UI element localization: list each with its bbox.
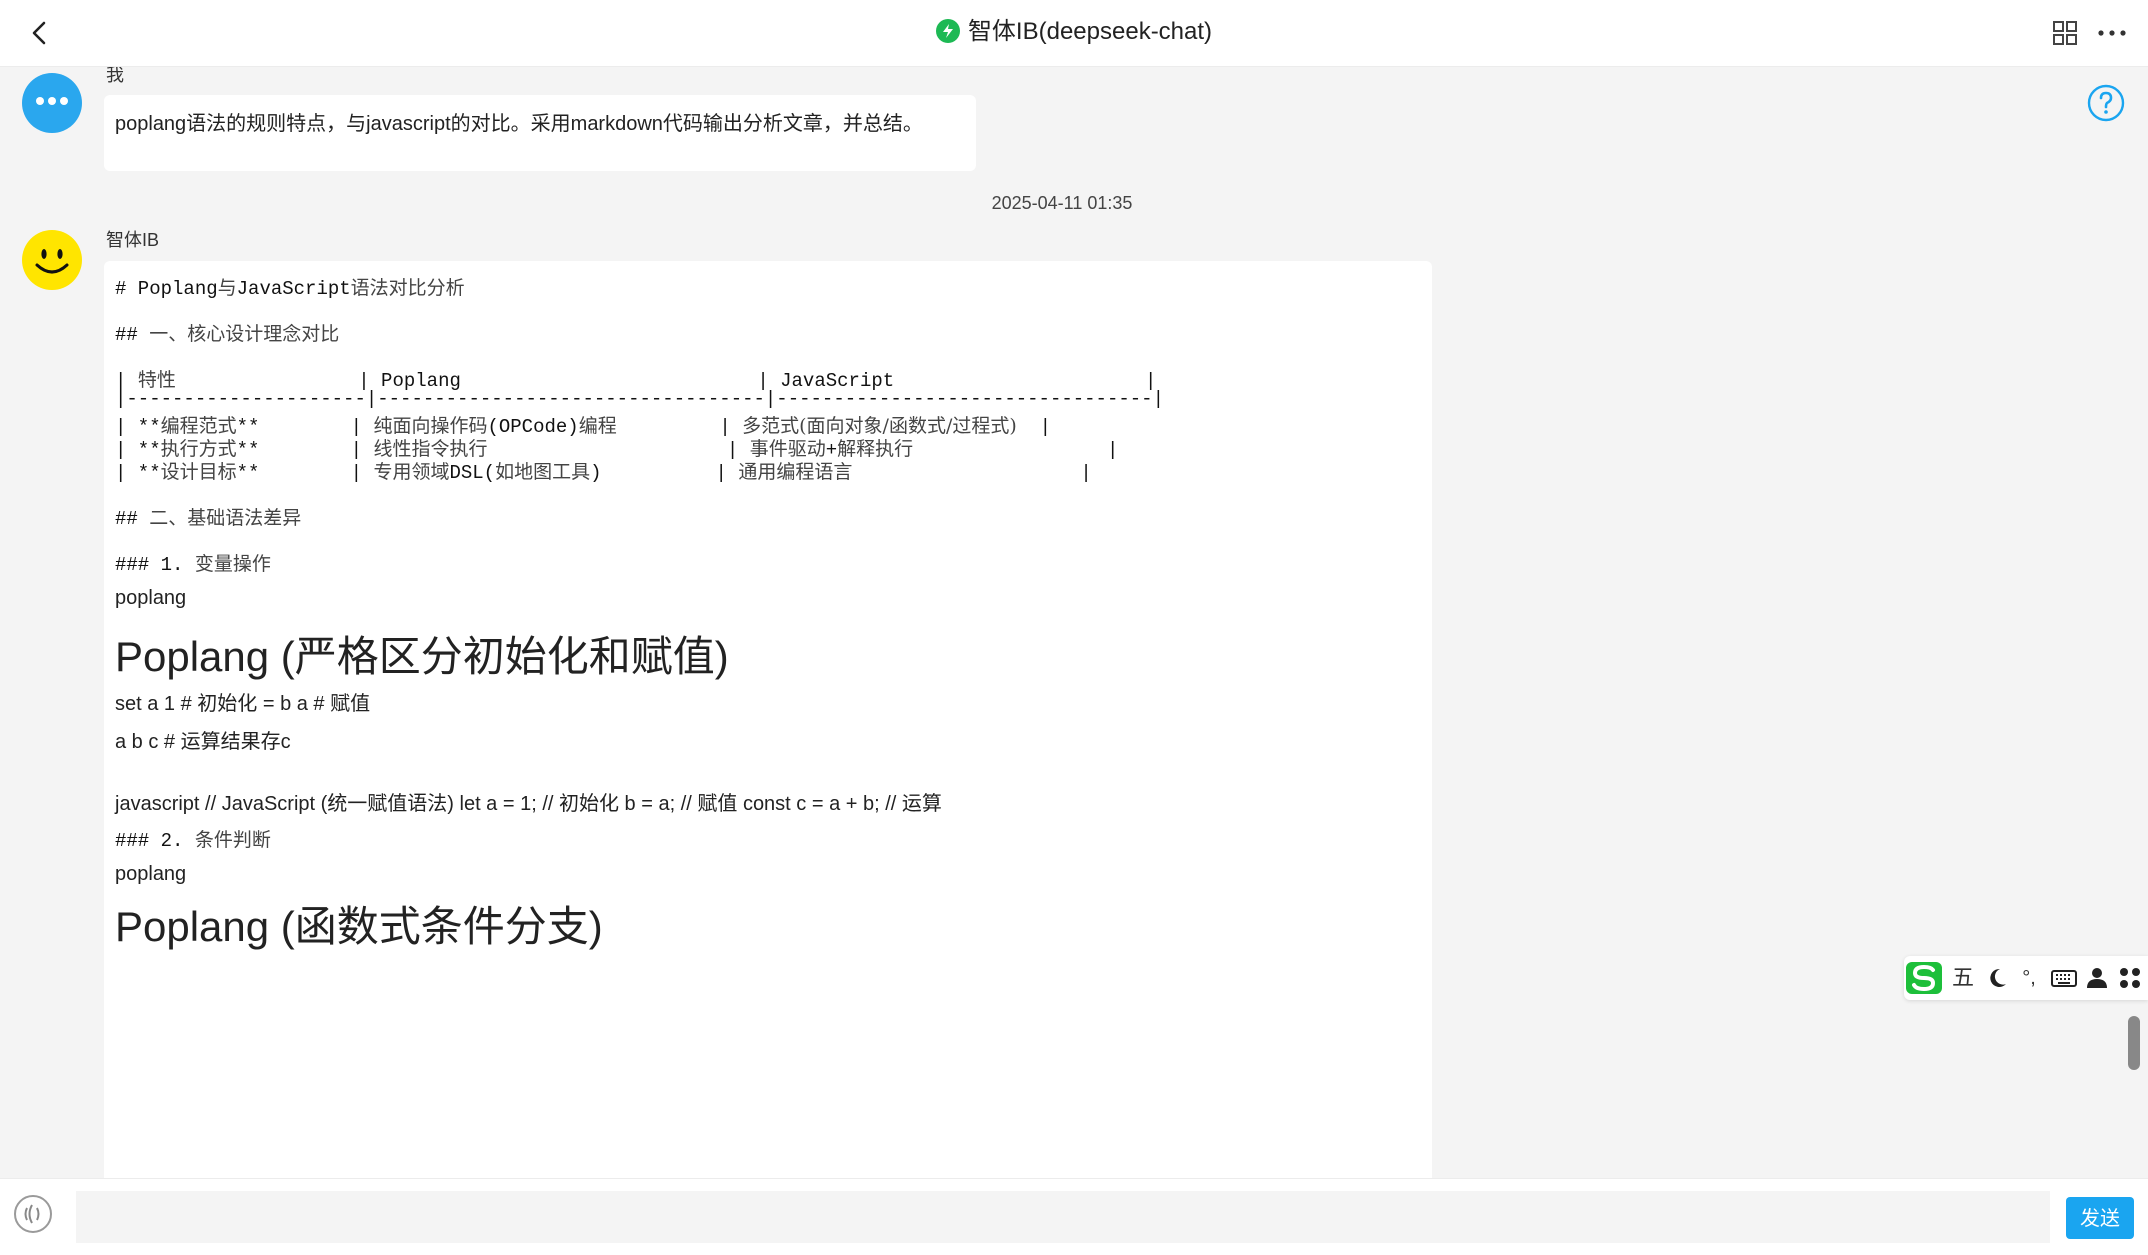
bot-message-bubble: # Poplang与JavaScript语法对比分析 ## 一、核心设计理念对比 |… [104,261,1432,1178]
markdown-text-segment: |---------------------|-----------------… [115,388,1164,410]
user-message-bubble: poplang语法的规则特点，与javascript的对比。采用markdown… [104,95,976,171]
markdown-text-segment: 与 [217,277,237,299]
markdown-source-line: ## 一、核心设计理念对比 [115,319,339,346]
markdown-source-line: | **设计目标** | 专用领域DSL(如地图工具) | 通用编程语言 | [115,457,1092,484]
markdown-paragraph: poplang [115,863,187,885]
markdown-text-segment: 条件判断 [194,829,271,851]
message-input[interactable] [76,1191,2050,1243]
markdown-text-segment: ### 1. [115,554,195,576]
markdown-paragraph: poplang [115,587,187,609]
markdown-source-line: ## 二、基础语法差异 [115,503,301,530]
markdown-text-segment: 通用编程语言 [738,461,853,483]
markdown-text-segment: | [852,462,1092,484]
input-bar: 发送 [0,1178,2148,1255]
user-sender-name: 我 [106,67,124,85]
markdown-text-segment: ## [115,324,150,346]
markdown-text-segment: ### 2. [115,830,195,852]
markdown-text-segment: ## [115,508,150,530]
markdown-paragraph: a b c # 运算结果存c [115,731,291,753]
markdown-text-segment: ** | [236,462,374,484]
markdown-paragraph: javascript // JavaScript (统一赋值语法) let a … [115,793,942,815]
markdown-text-segment: 一、核心设计理念对比 [149,323,340,345]
markdown-text-segment: 专用领域 [373,461,450,483]
markdown-paragraph: set a 1 # 初始化 = b a # 赋值 [115,693,371,715]
ime-mode-toggle[interactable]: 五 [1950,964,1976,992]
markdown-text-segment: 如地图工具 [495,461,591,483]
lightning-icon [935,19,960,43]
markdown-text-segment: JavaScript [236,278,351,300]
user-avatar [22,73,82,133]
page-title: 智体IB(deepseek-chat) [967,18,1213,45]
grid-icon [2053,21,2077,45]
keyboard-icon[interactable] [2050,964,2078,992]
markdown-source-line: # Poplang与JavaScript语法对比分析 [115,273,465,300]
grid-button[interactable] [2050,18,2080,48]
markdown-text-segment: 二、基础语法差异 [149,507,302,529]
markdown-text-segment: ) | [590,462,739,484]
ime-punct-toggle[interactable]: °, [2016,964,2042,992]
user-message-text: poplang语法的规则特点，与javascript的对比。采用markdown… [115,113,923,135]
markdown-source-line: |---------------------|-----------------… [115,388,1164,410]
smiley-icon [35,249,69,274]
markdown-text-segment: | ** [115,462,161,484]
markdown-heading: Poplang (严格区分初始化和赋值) [115,633,729,680]
send-button[interactable]: 发送 [2066,1197,2134,1239]
moon-icon[interactable] [1984,964,2010,992]
title-bar: 智体IB(deepseek-chat) [0,16,2148,48]
bot-avatar [22,230,82,290]
chat-area[interactable]: 我 poplang语法的规则特点，与javascript的对比。采用markdo… [0,67,2148,1178]
markdown-text-segment: # Poplang [115,278,218,300]
markdown-text-segment: DSL( [449,462,496,484]
bot-sender-name: 智体IB [106,230,160,250]
voice-icon [24,1204,40,1224]
chat-scrollbar[interactable] [2128,1016,2140,1070]
apps-icon[interactable] [2116,964,2144,992]
help-icon [2087,84,2125,122]
ime-toolbar: 五 °, [1904,956,2148,1000]
more-icon [2098,30,2126,36]
message-timestamp: 2025-04-11 01:35 [991,193,1133,213]
voice-button[interactable] [14,1195,52,1233]
markdown-text-segment: 设计目标 [160,461,237,483]
sogou-s-icon[interactable] [1904,960,1944,996]
markdown-text-segment: 语法对比分析 [350,277,465,299]
markdown-source-line: ### 1. 变量操作 [115,549,271,576]
markdown-source-line: ### 2. 条件判断 [115,825,271,852]
markdown-text-segment: 变量操作 [194,553,271,575]
more-button[interactable] [2095,18,2129,48]
markdown-heading: Poplang (函数式条件分支) [115,903,603,950]
user-icon[interactable] [2084,964,2110,992]
help-button[interactable] [2087,84,2125,122]
top-bar: 智体IB(deepseek-chat) [0,0,2148,67]
